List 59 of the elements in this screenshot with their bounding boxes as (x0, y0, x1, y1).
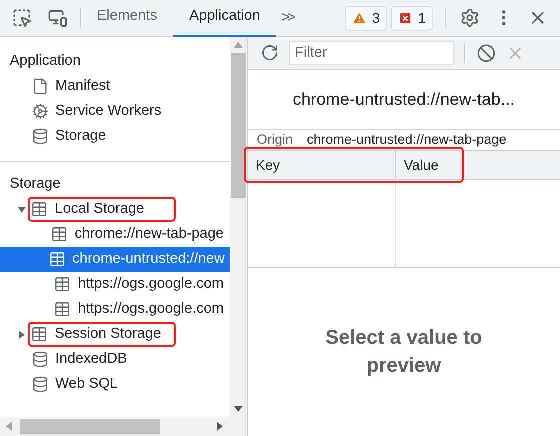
tree-item[interactable]: chrome://new-tab-page (0, 222, 230, 247)
origin-label: Origin (257, 130, 294, 149)
item-label: https://ogs.google.com (78, 274, 224, 294)
tree-item[interactable]: Local Storage (0, 197, 230, 222)
tree-item[interactable]: Manifest (0, 74, 230, 99)
item-label: chrome://new-tab-page (74, 224, 224, 244)
device-icon[interactable] (48, 8, 68, 28)
column-header[interactable]: Value (396, 151, 560, 179)
tree-item[interactable]: IndexedDB (0, 347, 230, 372)
origin-value: chrome-untrusted://new-tab-page (307, 130, 507, 149)
table-icon (31, 201, 48, 218)
inspect-icon[interactable] (12, 8, 32, 28)
item-label: https://ogs.google.com (78, 300, 224, 319)
horizontal-scrollbar[interactable] (0, 417, 247, 436)
table-icon (50, 226, 68, 243)
collapsed-triangle-icon[interactable] (18, 330, 26, 338)
column-header[interactable]: Key (248, 151, 396, 179)
scroll-right-icon[interactable] (217, 422, 223, 431)
clear-all-icon[interactable] (477, 44, 496, 62)
warning-icon (352, 10, 368, 26)
tree-item[interactable]: https://ogs.google.com (0, 272, 230, 297)
expanded-triangle-icon[interactable] (18, 206, 26, 214)
more-tabs-button[interactable]: >> (276, 6, 298, 30)
item-label: Storage (56, 126, 106, 146)
tree-item[interactable]: https://ogs.google.com (0, 297, 230, 322)
section-title: Storage (9, 175, 62, 194)
item-label: IndexedDB (56, 350, 128, 369)
gear-icon (32, 103, 48, 120)
table-icon (54, 276, 72, 293)
tree-item[interactable]: chrome-untrusted://new (0, 247, 230, 272)
section-title: Application (9, 52, 82, 71)
tree-item[interactable]: Storage (0, 124, 230, 149)
scroll-down-icon[interactable] (234, 406, 243, 412)
item-label: Service Workers (56, 102, 162, 121)
panel-tab[interactable]: Elements (81, 0, 174, 36)
item-label: Web SQL (56, 374, 118, 394)
database-icon (32, 128, 48, 145)
error-icon (398, 10, 414, 26)
item-label: Manifest (56, 76, 110, 96)
preview-message: Select a value to preview (324, 326, 484, 379)
tree-item[interactable]: Web SQL (0, 372, 230, 397)
error-count-button[interactable]: 1 (391, 6, 433, 30)
database-icon (32, 351, 48, 368)
item-label: Session Storage (55, 324, 162, 344)
vertical-scrollbar[interactable] (230, 37, 247, 417)
table-icon (48, 251, 66, 268)
tree-item[interactable]: Service Workers (0, 99, 230, 124)
item-label: Local Storage (55, 200, 144, 219)
tree-item[interactable]: Session Storage (0, 322, 230, 347)
table-icon (31, 326, 48, 343)
refresh-icon[interactable] (261, 44, 279, 62)
table-icon (54, 301, 72, 318)
database-icon (32, 376, 48, 393)
filter-field[interactable]: Filter (289, 41, 454, 65)
file-icon (32, 78, 48, 95)
settings-icon[interactable] (460, 8, 480, 28)
warning-count-button[interactable]: 3 (345, 6, 388, 30)
item-label: chrome-untrusted://new (72, 250, 225, 269)
origin-title: chrome-untrusted://new-tab... (292, 88, 516, 111)
